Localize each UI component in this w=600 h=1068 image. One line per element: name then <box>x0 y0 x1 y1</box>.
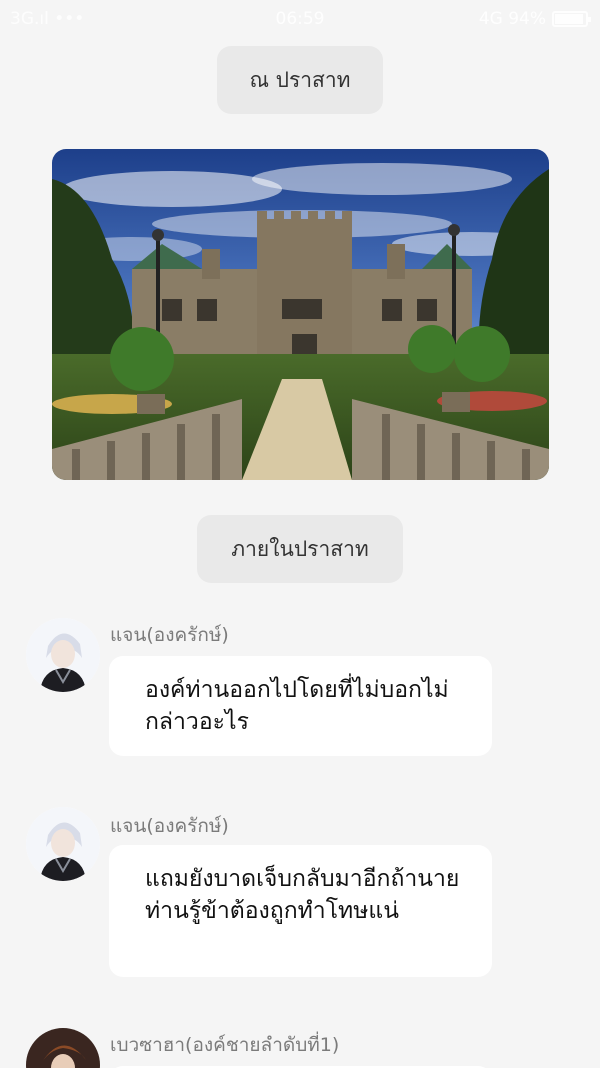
message-bubble[interactable]: แถมยังบาดเจ็บกลับมาอีกถ้านายท่านรู้ข้าต้… <box>109 845 492 977</box>
sender-name: แจน(องครักษ์) <box>110 624 229 646</box>
chat-message: เบวซาฮา(องค์ชายลำดับที่1) <box>0 1028 600 1068</box>
chat-message: แจน(องครักษ์) แถมยังบาดเจ็บกลับมาอีกถ้าน… <box>0 807 600 982</box>
castle-photo-icon <box>52 149 549 480</box>
status-bar: 3G.ıl ••• 06:59 4G 94% <box>0 0 600 40</box>
battery-fill <box>555 14 584 24</box>
chat-message: แจน(องครักษ์) องค์ท่านออกไปโดยที่ไม่บอกไ… <box>0 618 600 758</box>
sender-name: เบวซาฮา(องค์ชายลำดับที่1) <box>110 1034 340 1056</box>
character-avatar-icon <box>26 1028 100 1068</box>
scene-label: ภายในปราสาท <box>197 515 403 583</box>
network-battery-text: 4G 94% <box>478 9 546 29</box>
battery-icon <box>552 11 591 27</box>
avatar[interactable] <box>26 807 100 881</box>
status-right: 4G 94% <box>478 9 591 29</box>
character-avatar-icon <box>26 618 100 692</box>
avatar[interactable] <box>26 1028 100 1068</box>
scene-label: ณ ปราสาท <box>217 46 383 114</box>
castle-image[interactable] <box>52 149 549 480</box>
sender-name: แจน(องครักษ์) <box>110 815 229 837</box>
avatar[interactable] <box>26 618 100 692</box>
message-bubble[interactable]: องค์ท่านออกไปโดยที่ไม่บอกไม่กล่าวอะไร <box>109 656 492 756</box>
character-avatar-icon <box>26 807 100 881</box>
